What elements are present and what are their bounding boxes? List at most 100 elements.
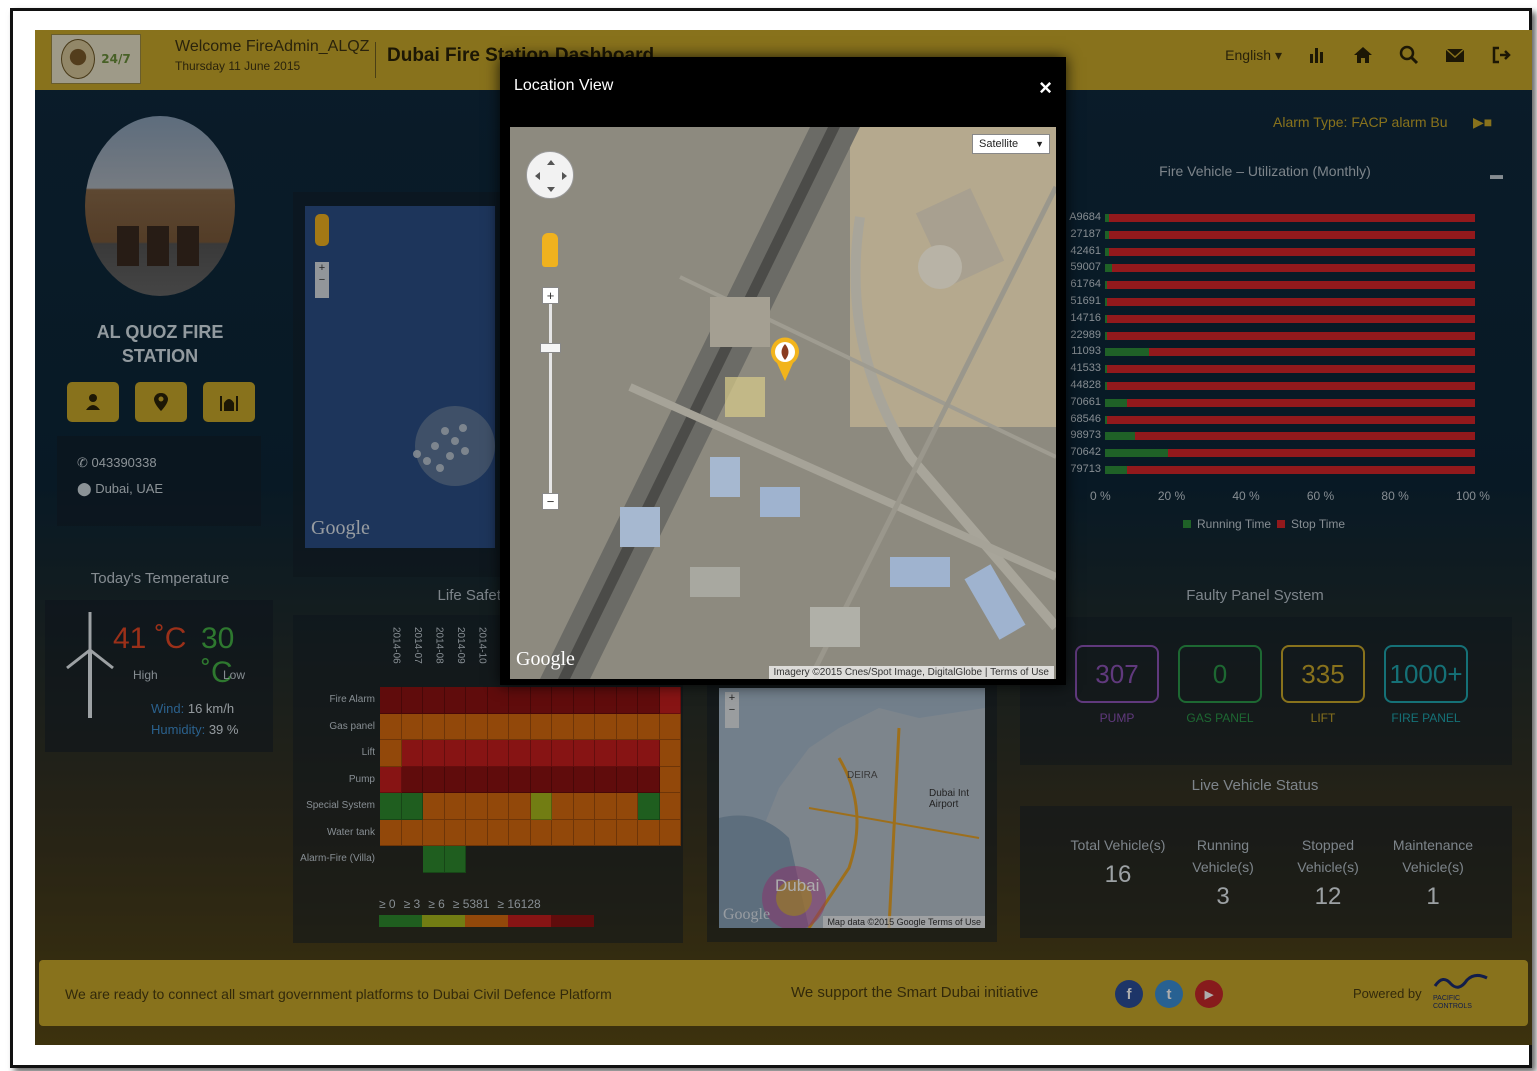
- heatmap-cell[interactable]: [659, 687, 681, 714]
- heatmap-cell[interactable]: [444, 740, 466, 767]
- stop-time-bar[interactable]: [1105, 297, 1475, 306]
- heatmap-cell[interactable]: [380, 819, 402, 846]
- heatmap-cell[interactable]: [638, 766, 660, 793]
- heatmap-cell[interactable]: [380, 713, 402, 740]
- running-time-bar[interactable]: [1105, 348, 1150, 357]
- zoom-in-button[interactable]: +: [542, 287, 559, 304]
- dubai-map[interactable]: DEIRA Dubai Int Airport Dubai + − Google …: [719, 688, 985, 928]
- stop-time-bar[interactable]: [1105, 449, 1475, 458]
- heatmap-cell[interactable]: [638, 713, 660, 740]
- faulty-count-lift[interactable]: 335: [1281, 645, 1365, 703]
- heatmap-cell[interactable]: [616, 687, 638, 714]
- running-time-bar[interactable]: [1105, 331, 1107, 340]
- heatmap-cell[interactable]: [487, 793, 509, 820]
- heatmap-cell[interactable]: [509, 793, 531, 820]
- heatmap-cell[interactable]: [466, 819, 488, 846]
- heatmap-cell[interactable]: [466, 713, 488, 740]
- heatmap-cell[interactable]: [509, 713, 531, 740]
- stop-time-bar[interactable]: [1105, 365, 1475, 374]
- heatmap-cell[interactable]: [638, 793, 660, 820]
- heatmap-cell[interactable]: [573, 766, 595, 793]
- running-time-bar[interactable]: [1105, 214, 1109, 222]
- logout-icon[interactable]: [1490, 44, 1512, 66]
- satellite-map[interactable]: + − Satellite ▼ Google Imagery ©2015 Cne…: [510, 127, 1056, 679]
- heatmap-cell[interactable]: [401, 819, 423, 846]
- heatmap-cell[interactable]: [659, 740, 681, 767]
- bar-chart-icon[interactable]: [1306, 44, 1328, 66]
- heatmap-cell[interactable]: [595, 713, 617, 740]
- heatmap-cell[interactable]: [444, 819, 466, 846]
- heatmap-cell[interactable]: [573, 687, 595, 714]
- heatmap-cell[interactable]: [509, 819, 531, 846]
- youtube-icon[interactable]: ▶: [1195, 980, 1223, 1008]
- play-icon[interactable]: ▶: [1473, 114, 1484, 130]
- print-icon[interactable]: ▬: [1490, 167, 1503, 182]
- heatmap-cell[interactable]: [552, 713, 574, 740]
- heatmap-cell[interactable]: [595, 740, 617, 767]
- stop-time-bar[interactable]: [1105, 281, 1475, 290]
- heatmap-cell[interactable]: [487, 766, 509, 793]
- heatmap-cell[interactable]: [595, 687, 617, 714]
- map-attribution[interactable]: Imagery ©2015 Cnes/Spot Image, DigitalGl…: [768, 666, 1054, 679]
- heatmap-cell[interactable]: [444, 766, 466, 793]
- heatmap-cell[interactable]: [509, 687, 531, 714]
- heatmap-cell[interactable]: [530, 766, 552, 793]
- heatmap-cell[interactable]: [466, 740, 488, 767]
- heatmap-cell[interactable]: [616, 819, 638, 846]
- language-select[interactable]: English ▾: [1225, 47, 1282, 64]
- heatmap-cell[interactable]: [616, 793, 638, 820]
- heatmap-cell[interactable]: [444, 793, 466, 820]
- heatmap-cell[interactable]: [380, 740, 402, 767]
- twitter-icon[interactable]: t: [1155, 980, 1183, 1008]
- heatmap-cell[interactable]: [659, 819, 681, 846]
- stop-time-bar[interactable]: [1105, 381, 1475, 390]
- home-icon[interactable]: [1352, 44, 1374, 66]
- heatmap-cell[interactable]: [423, 713, 445, 740]
- heatmap-cell[interactable]: [616, 766, 638, 793]
- running-time-bar[interactable]: [1105, 314, 1107, 323]
- heatmap-cell[interactable]: [466, 687, 488, 714]
- stop-time-bar[interactable]: [1105, 348, 1475, 357]
- heatmap-cell[interactable]: [530, 793, 552, 820]
- stop-time-bar[interactable]: [1105, 465, 1475, 474]
- running-time-bar[interactable]: [1105, 415, 1107, 424]
- heatmap-cell[interactable]: [616, 740, 638, 767]
- heatmap-cell[interactable]: [423, 766, 445, 793]
- heatmap-cell[interactable]: [616, 713, 638, 740]
- station-marker-icon[interactable]: [768, 333, 802, 383]
- pan-control[interactable]: [526, 151, 574, 199]
- running-time-bar[interactable]: [1105, 465, 1128, 474]
- heatmap-cell[interactable]: [552, 766, 574, 793]
- pegman-icon[interactable]: [542, 233, 558, 267]
- heatmap-cell[interactable]: [444, 713, 466, 740]
- station-map[interactable]: + − Google: [305, 206, 495, 548]
- heatmap-cell[interactable]: [423, 687, 445, 714]
- heatmap-cell[interactable]: [573, 740, 595, 767]
- heatmap-cell[interactable]: [401, 687, 423, 714]
- map-attribution[interactable]: Map data ©2015 Google Terms of Use: [823, 916, 985, 928]
- mosque-button[interactable]: [203, 382, 255, 422]
- heatmap-cell[interactable]: [638, 819, 660, 846]
- zoom-slider-handle[interactable]: [540, 343, 561, 353]
- heatmap-cell[interactable]: [487, 687, 509, 714]
- stop-time-bar[interactable]: [1105, 264, 1475, 273]
- heatmap-cell[interactable]: [530, 819, 552, 846]
- heatmap-cell[interactable]: [401, 713, 423, 740]
- heatmap-cell[interactable]: [530, 713, 552, 740]
- heatmap-cell[interactable]: [659, 713, 681, 740]
- faulty-count-fire-panel[interactable]: 1000+: [1384, 645, 1468, 703]
- heatmap-cell[interactable]: [530, 740, 552, 767]
- heatmap-cell[interactable]: [487, 713, 509, 740]
- heatmap-cell[interactable]: [380, 687, 402, 714]
- pegman-icon[interactable]: [315, 214, 329, 246]
- heatmap-cell[interactable]: [595, 819, 617, 846]
- running-time-bar[interactable]: [1105, 281, 1107, 290]
- stop-time-bar[interactable]: [1105, 247, 1475, 256]
- heatmap-cell[interactable]: [423, 846, 445, 873]
- heatmap-cell[interactable]: [552, 819, 574, 846]
- zoom-control[interactable]: + −: [315, 262, 329, 298]
- running-time-bar[interactable]: [1105, 432, 1135, 441]
- heatmap-cell[interactable]: [487, 819, 509, 846]
- stop-time-bar[interactable]: [1105, 415, 1475, 424]
- heatmap-cell[interactable]: [573, 793, 595, 820]
